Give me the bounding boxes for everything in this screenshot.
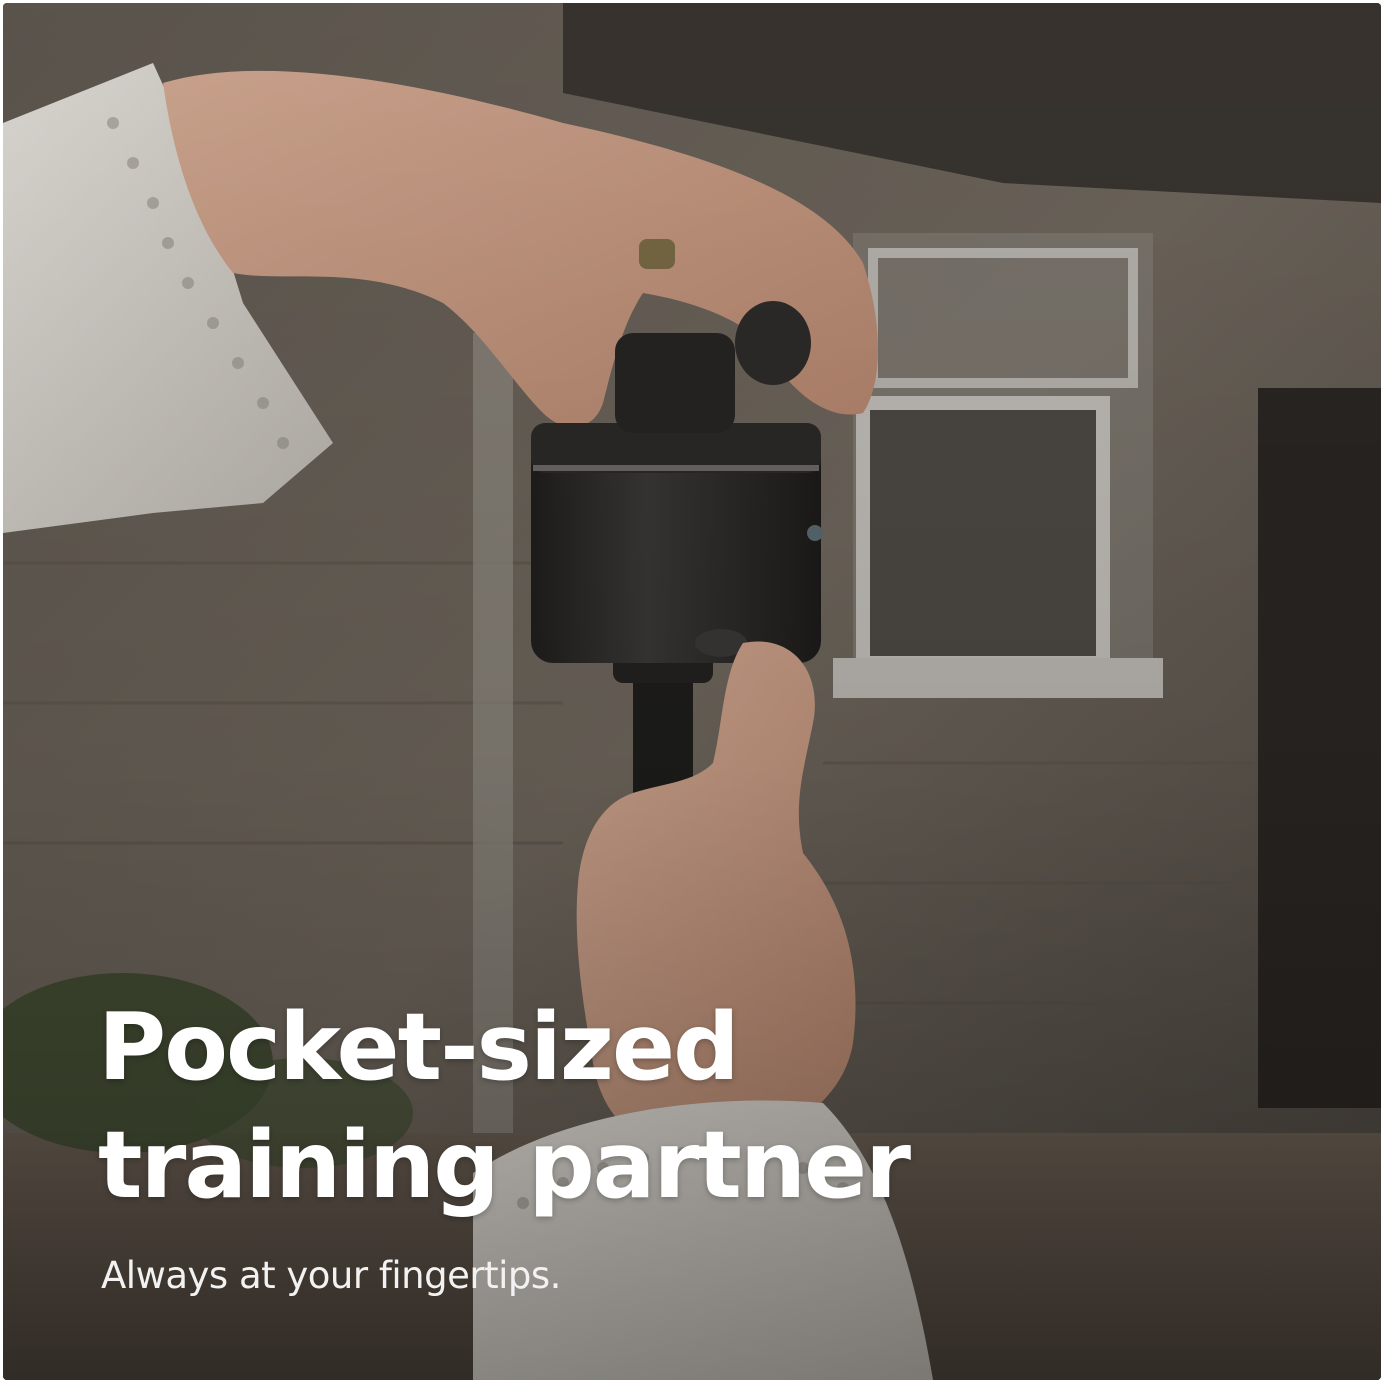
headline-line-2: training partner (98, 1111, 911, 1219)
subheadline: Always at your fingertips. (101, 1254, 561, 1297)
headline: Pocket-sized training partner (98, 988, 911, 1224)
headline-line-1: Pocket-sized (98, 993, 740, 1101)
promo-image-frame: Pocket-sized training partner Always at … (3, 3, 1381, 1380)
